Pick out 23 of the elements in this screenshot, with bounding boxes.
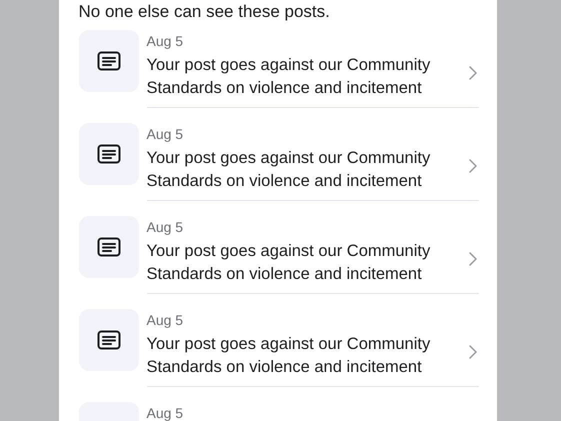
violation-message: Your post goes against our Community Standards on violence and incitement [146,55,432,99]
document-icon [96,237,120,257]
document-icon [96,51,120,71]
post-list-item[interactable]: Aug 5 Your post goes against our Community Standards on violence and incitement [78,23,478,116]
post-list-item[interactable]: Aug 5 Your post goes against our Community Standards on violence and incitement [78,209,478,302]
chevron-right-icon [468,66,476,80]
post-date: Aug 5 [146,218,184,237]
post-date: Aug 5 [146,125,184,144]
violation-message: Your post goes against our Community Standards on violence and incitement [146,148,432,192]
violation-message: Your post goes against our Community Standards on violence and incitement [146,334,432,378]
document-icon [96,144,120,164]
chevron-right-icon [468,252,476,266]
info-text: No one else can see these posts. [78,1,331,23]
chevron-right-icon [468,159,476,173]
post-list-item[interactable]: Aug 5 [78,395,478,421]
post-list-item[interactable]: Aug 5 Your post goes against our Community Standards on violence and incitement [78,302,478,395]
document-icon [96,330,120,350]
post-date: Aug 5 [146,311,184,330]
chevron-right-icon [468,345,476,359]
post-date: Aug 5 [146,404,184,421]
post-date: Aug 5 [146,32,184,51]
post-list-item[interactable]: Aug 5 Your post goes against our Community Standards on violence and incitement [78,116,478,209]
violation-message: Your post goes against our Community Standards on violence and incitement [146,241,432,285]
